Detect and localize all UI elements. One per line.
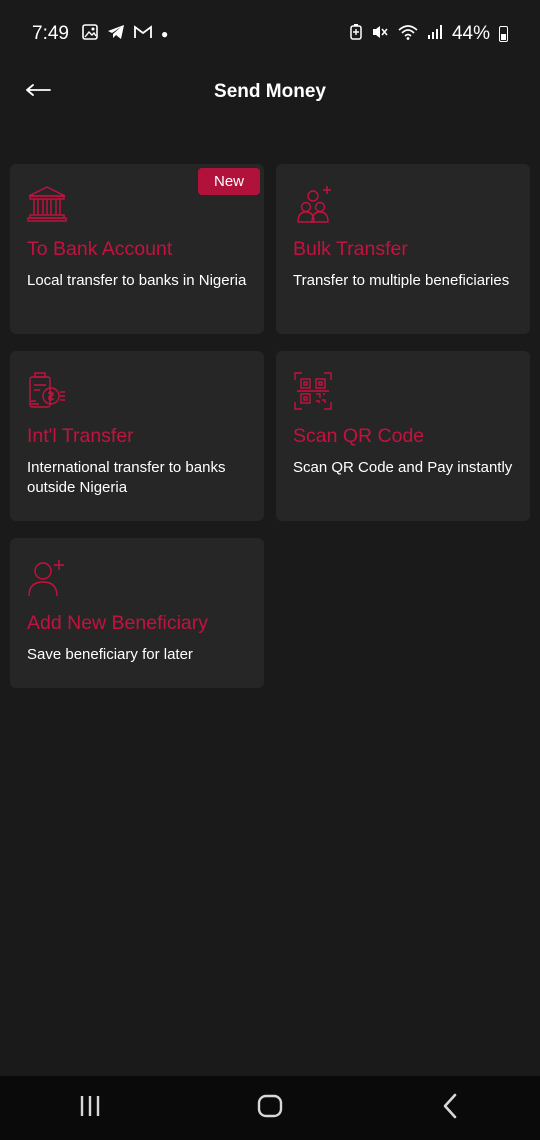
battery-icon (499, 26, 508, 42)
status-bar: 7:49 ● 44% (0, 0, 540, 68)
app-header: Send Money (0, 68, 540, 116)
card-description: Local transfer to banks in Nigeria (27, 272, 247, 289)
signal-icon (427, 25, 443, 43)
status-right: 44% (350, 23, 508, 45)
bulk-transfer-card[interactable]: Bulk Transfer Transfer to multiple benef… (276, 164, 530, 334)
transfer-options-grid: New To Bank Account Local transfer to ba… (10, 164, 530, 688)
card-description: Scan QR Code and Pay instantly (293, 459, 513, 476)
recent-apps-icon (78, 1094, 102, 1123)
card-title: Scan QR Code (293, 425, 425, 447)
battery-saver-icon (350, 24, 362, 44)
new-badge: New (197, 168, 260, 195)
page-title: Send Money (214, 81, 326, 102)
scan-qr-code-card[interactable]: Scan QR Code Scan QR Code and Pay instan… (276, 351, 530, 521)
back-button[interactable] (22, 76, 54, 108)
telegram-icon (107, 24, 125, 44)
add-user-icon (27, 558, 67, 598)
card-title: Bulk Transfer (293, 238, 408, 260)
qr-code-icon (293, 371, 333, 411)
gmail-icon (134, 25, 152, 43)
card-description: Save beneficiary for later (27, 646, 193, 663)
to-bank-account-card[interactable]: New To Bank Account Local transfer to ba… (10, 164, 264, 334)
recent-apps-button[interactable] (60, 1078, 120, 1138)
system-navigation-bar (0, 1076, 540, 1140)
dot-icon: ● (160, 27, 169, 41)
card-description: Transfer to multiple beneficiaries (293, 272, 510, 289)
status-time: 7:49 (32, 23, 69, 44)
arrow-left-icon (25, 83, 51, 102)
home-button[interactable] (240, 1078, 300, 1138)
users-plus-icon (293, 184, 333, 224)
card-description: International transfer to banks outside … (27, 459, 226, 496)
add-new-beneficiary-card[interactable]: Add New Beneficiary Save beneficiary for… (10, 538, 264, 688)
bank-icon (27, 184, 67, 224)
intl-transfer-card[interactable]: Int'l Transfer International transfer to… (10, 351, 264, 521)
card-title: To Bank Account (27, 238, 173, 260)
card-title: Int'l Transfer (27, 425, 134, 447)
nav-back-button[interactable] (420, 1078, 480, 1138)
mute-icon (371, 24, 389, 44)
card-title: Add New Beneficiary (27, 612, 209, 634)
image-icon (82, 24, 98, 44)
battery-percentage: 44% (451, 23, 490, 44)
back-icon (441, 1093, 459, 1124)
home-icon (257, 1093, 283, 1124)
wifi-icon (398, 24, 418, 44)
international-transfer-icon (27, 371, 67, 411)
status-left: 7:49 ● (32, 23, 168, 45)
